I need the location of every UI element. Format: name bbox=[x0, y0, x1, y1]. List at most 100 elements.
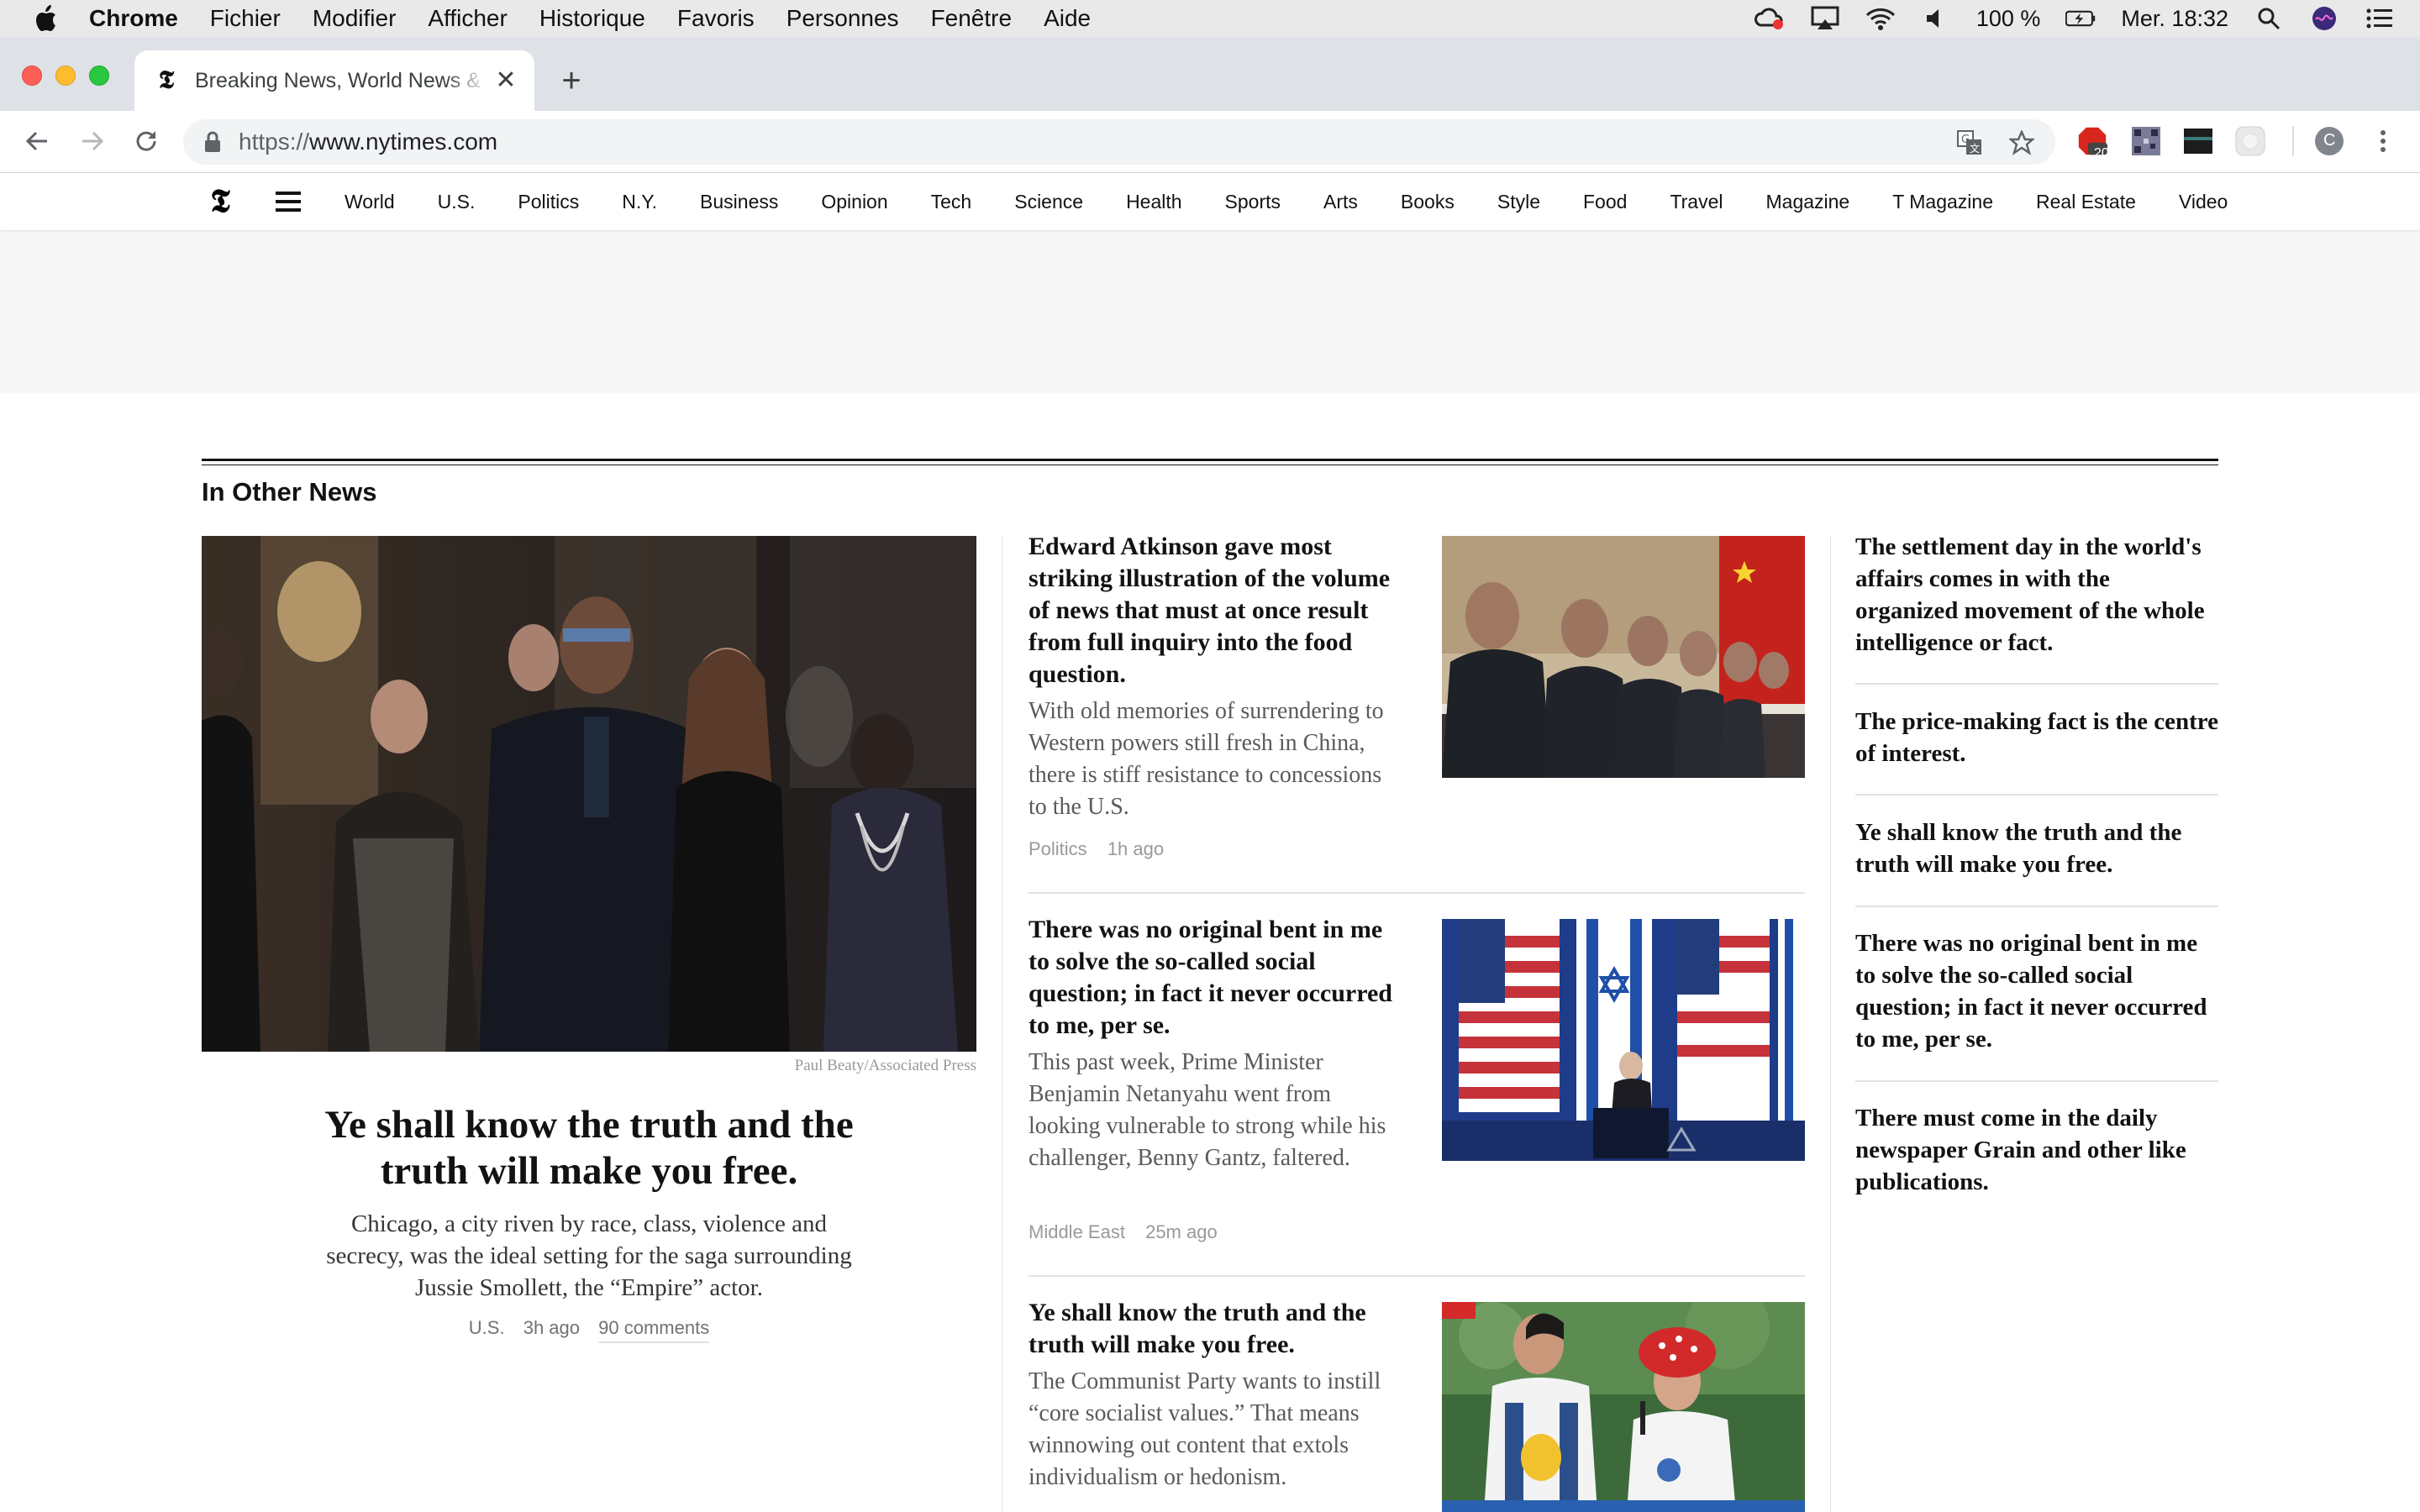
volume-icon[interactable] bbox=[1921, 6, 1951, 31]
story-headline[interactable]: Ye shall know the truth and the truth wi… bbox=[1028, 1297, 1405, 1361]
story-image[interactable] bbox=[1442, 1302, 1805, 1512]
story-headline[interactable]: Edward Atkinson gave most striking illus… bbox=[1028, 531, 1405, 690]
site-section-nav: 𝕿 World U.S. Politics N.Y. Business Opin… bbox=[0, 173, 2420, 230]
right-column-divider bbox=[1855, 794, 2218, 795]
lead-story-comments-link[interactable]: 90 comments bbox=[598, 1317, 710, 1343]
apple-icon[interactable] bbox=[34, 4, 59, 33]
story-timestamp: 25m ago bbox=[1145, 1221, 1218, 1242]
menu-aide[interactable]: Aide bbox=[1044, 5, 1091, 32]
notification-center-icon[interactable] bbox=[2365, 6, 2395, 31]
new-tab-button[interactable]: + bbox=[555, 64, 588, 97]
story-item: Edward Atkinson gave most striking illus… bbox=[1028, 531, 1805, 884]
package-label[interactable]: In Other News bbox=[202, 477, 376, 507]
reload-button[interactable] bbox=[129, 124, 163, 158]
svg-text:文: 文 bbox=[1970, 142, 1980, 155]
story-headline[interactable]: There was no original bent in me to solv… bbox=[1028, 914, 1405, 1042]
menu-personnes[interactable]: Personnes bbox=[786, 5, 899, 32]
section-links: World U.S. Politics N.Y. Business Opinio… bbox=[345, 173, 2270, 230]
back-button[interactable] bbox=[20, 124, 54, 158]
story-image[interactable] bbox=[1442, 919, 1805, 1161]
lead-story-meta: U.S. 3h ago 90 comments bbox=[202, 1317, 976, 1343]
adblock-extension-icon[interactable]: 20 bbox=[2077, 126, 2109, 160]
story-summary[interactable]: With old memories of surrendering to Wes… bbox=[1028, 696, 1405, 823]
battery-icon[interactable] bbox=[2065, 6, 2096, 31]
translate-icon[interactable]: G文 bbox=[1956, 129, 1983, 156]
os-menubar: Chrome Fichier Modifier Afficher Histori… bbox=[0, 0, 2420, 37]
window-zoom-button[interactable] bbox=[89, 66, 109, 86]
menu-afficher[interactable]: Afficher bbox=[428, 5, 507, 32]
url-text[interactable]: https://www.nytimes.com bbox=[239, 129, 497, 155]
section-link-sports[interactable]: Sports bbox=[1225, 191, 1281, 213]
tab-close-icon[interactable]: ✕ bbox=[492, 67, 519, 94]
browser-toolbar: https://www.nytimes.com G文 20 C bbox=[0, 111, 2420, 173]
qr-extension-icon[interactable] bbox=[2131, 126, 2161, 156]
lead-story-section[interactable]: U.S. bbox=[469, 1317, 505, 1338]
story-section[interactable]: Middle East bbox=[1028, 1221, 1125, 1242]
section-link-opinion[interactable]: Opinion bbox=[821, 191, 887, 213]
profile-avatar[interactable]: C bbox=[2314, 126, 2344, 156]
photo-credit: Paul Beaty/Associated Press bbox=[794, 1057, 976, 1074]
section-link-us[interactable]: U.S. bbox=[438, 191, 476, 213]
lead-story-headline[interactable]: Ye shall know the truth and the truth wi… bbox=[286, 1102, 892, 1194]
section-link-video[interactable]: Video bbox=[2179, 191, 2228, 213]
story-image[interactable] bbox=[1442, 536, 1805, 778]
lead-story-summary[interactable]: Chicago, a city riven by race, class, vi… bbox=[311, 1208, 867, 1304]
story-item: Ye shall know the truth and the truth wi… bbox=[1028, 1297, 1805, 1512]
creative-cloud-icon[interactable] bbox=[1754, 6, 1785, 31]
lead-story-image[interactable] bbox=[202, 536, 976, 1052]
toolbar-separator bbox=[2292, 126, 2294, 156]
menu-fichier[interactable]: Fichier bbox=[210, 5, 281, 32]
menu-favoris[interactable]: Favoris bbox=[677, 5, 755, 32]
section-link-t-magazine[interactable]: T Magazine bbox=[1892, 191, 1993, 213]
grey-extension-icon[interactable] bbox=[2235, 126, 2265, 156]
window-minimize-button[interactable] bbox=[55, 66, 76, 86]
section-link-travel[interactable]: Travel bbox=[1670, 191, 1723, 213]
section-link-health[interactable]: Health bbox=[1126, 191, 1181, 213]
section-link-business[interactable]: Business bbox=[700, 191, 778, 213]
right-column-headline[interactable]: The price-making fact is the centre of i… bbox=[1855, 706, 2218, 769]
section-link-ny[interactable]: N.Y. bbox=[622, 191, 657, 213]
menu-historique[interactable]: Historique bbox=[539, 5, 645, 32]
section-link-magazine[interactable]: Magazine bbox=[1766, 191, 1850, 213]
section-link-books[interactable]: Books bbox=[1401, 191, 1455, 213]
right-column-headline[interactable]: There must come in the daily newspaper G… bbox=[1855, 1102, 2218, 1198]
hamburger-menu-icon[interactable] bbox=[276, 192, 301, 212]
right-column-headline[interactable]: There was no original bent in me to solv… bbox=[1855, 927, 2218, 1055]
spotlight-icon[interactable] bbox=[2254, 6, 2284, 31]
right-column-divider bbox=[1855, 906, 2218, 907]
url-host: www.nytimes.com bbox=[309, 129, 498, 155]
nyt-favicon-icon: 𝕿 bbox=[158, 66, 175, 95]
section-link-politics[interactable]: Politics bbox=[518, 191, 579, 213]
forward-button[interactable] bbox=[76, 124, 109, 158]
wifi-icon[interactable] bbox=[1865, 6, 1896, 31]
address-bar[interactable]: https://www.nytimes.com G文 bbox=[183, 119, 2055, 165]
story-section[interactable]: Politics bbox=[1028, 838, 1087, 859]
bookmark-star-icon[interactable] bbox=[2008, 129, 2035, 156]
extension-badge: 20 bbox=[2094, 146, 2109, 160]
right-column-headline[interactable]: Ye shall know the truth and the truth wi… bbox=[1855, 816, 2218, 880]
story-summary[interactable]: The Communist Party wants to instill “co… bbox=[1028, 1366, 1405, 1494]
airplay-icon[interactable] bbox=[1810, 6, 1840, 31]
chrome-menu-icon[interactable] bbox=[2368, 126, 2398, 156]
menu-app-name[interactable]: Chrome bbox=[89, 5, 178, 32]
nyt-logo-icon[interactable]: 𝕿 bbox=[205, 183, 235, 218]
lock-icon[interactable] bbox=[200, 129, 225, 155]
screen-extension-icon[interactable] bbox=[2183, 126, 2213, 156]
window-close-button[interactable] bbox=[22, 66, 42, 86]
section-link-real-estate[interactable]: Real Estate bbox=[2036, 191, 2136, 213]
section-link-style[interactable]: Style bbox=[1497, 191, 1540, 213]
menu-modifier[interactable]: Modifier bbox=[313, 5, 397, 32]
section-link-science[interactable]: Science bbox=[1014, 191, 1083, 213]
column-divider bbox=[1830, 536, 1831, 1512]
right-column-headline[interactable]: The settlement day in the world's affair… bbox=[1855, 531, 2218, 659]
section-link-food[interactable]: Food bbox=[1583, 191, 1627, 213]
siri-icon[interactable] bbox=[2309, 6, 2339, 31]
menu-fenetre[interactable]: Fenêtre bbox=[931, 5, 1013, 32]
story-meta: Middle East 25m ago bbox=[1028, 1221, 1233, 1243]
story-summary[interactable]: This past week, Prime Minister Benjamin … bbox=[1028, 1047, 1405, 1174]
section-link-arts[interactable]: Arts bbox=[1323, 191, 1358, 213]
section-link-tech[interactable]: Tech bbox=[931, 191, 972, 213]
clock[interactable]: Mer. 18:32 bbox=[2121, 6, 2228, 32]
section-link-world[interactable]: World bbox=[345, 191, 395, 213]
browser-tab-active[interactable]: 𝕿 Breaking News, World News & Multimedia… bbox=[134, 50, 534, 111]
